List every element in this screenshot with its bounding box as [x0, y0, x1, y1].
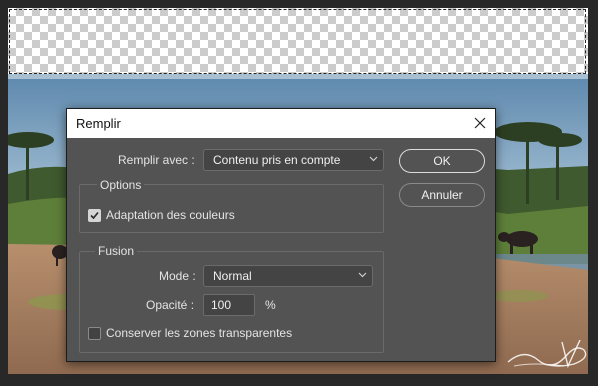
cancel-button[interactable]: Annuler: [399, 183, 485, 207]
opacity-value: 100: [211, 298, 232, 312]
ok-button[interactable]: OK: [399, 149, 485, 173]
close-icon: [474, 117, 486, 129]
fill-with-select[interactable]: Contenu pris en compte: [203, 149, 384, 171]
mode-value: Normal: [213, 269, 252, 283]
mode-label: Mode :: [159, 269, 196, 283]
color-adaptation-label: Adaptation des couleurs: [106, 208, 235, 222]
fusion-group-title: Fusion: [95, 244, 138, 258]
fill-with-value: Contenu pris en compte: [213, 153, 341, 167]
opacity-label: Opacité :: [146, 298, 195, 312]
options-group-title: Options: [97, 178, 145, 192]
selection-marquee: [9, 9, 586, 74]
checkmark-icon: [90, 211, 99, 220]
fill-dialog: Remplir Remplir avec : Contenu pris en c…: [66, 108, 496, 362]
opacity-unit: %: [265, 298, 276, 312]
color-adaptation-checkbox[interactable]: [88, 209, 101, 222]
preserve-transparency-checkbox[interactable]: [88, 327, 101, 340]
opacity-input[interactable]: 100: [203, 294, 255, 316]
chevron-down-icon: [369, 156, 378, 162]
dialog-title: Remplir: [76, 116, 121, 131]
dialog-titlebar[interactable]: Remplir: [67, 109, 495, 138]
close-button[interactable]: [467, 111, 493, 135]
mode-select[interactable]: Normal: [203, 265, 373, 287]
fill-with-label: Remplir avec :: [118, 153, 195, 167]
signature-watermark: [507, 339, 587, 369]
preserve-transparency-label: Conserver les zones transparentes: [106, 326, 293, 340]
chevron-down-icon: [358, 272, 367, 278]
